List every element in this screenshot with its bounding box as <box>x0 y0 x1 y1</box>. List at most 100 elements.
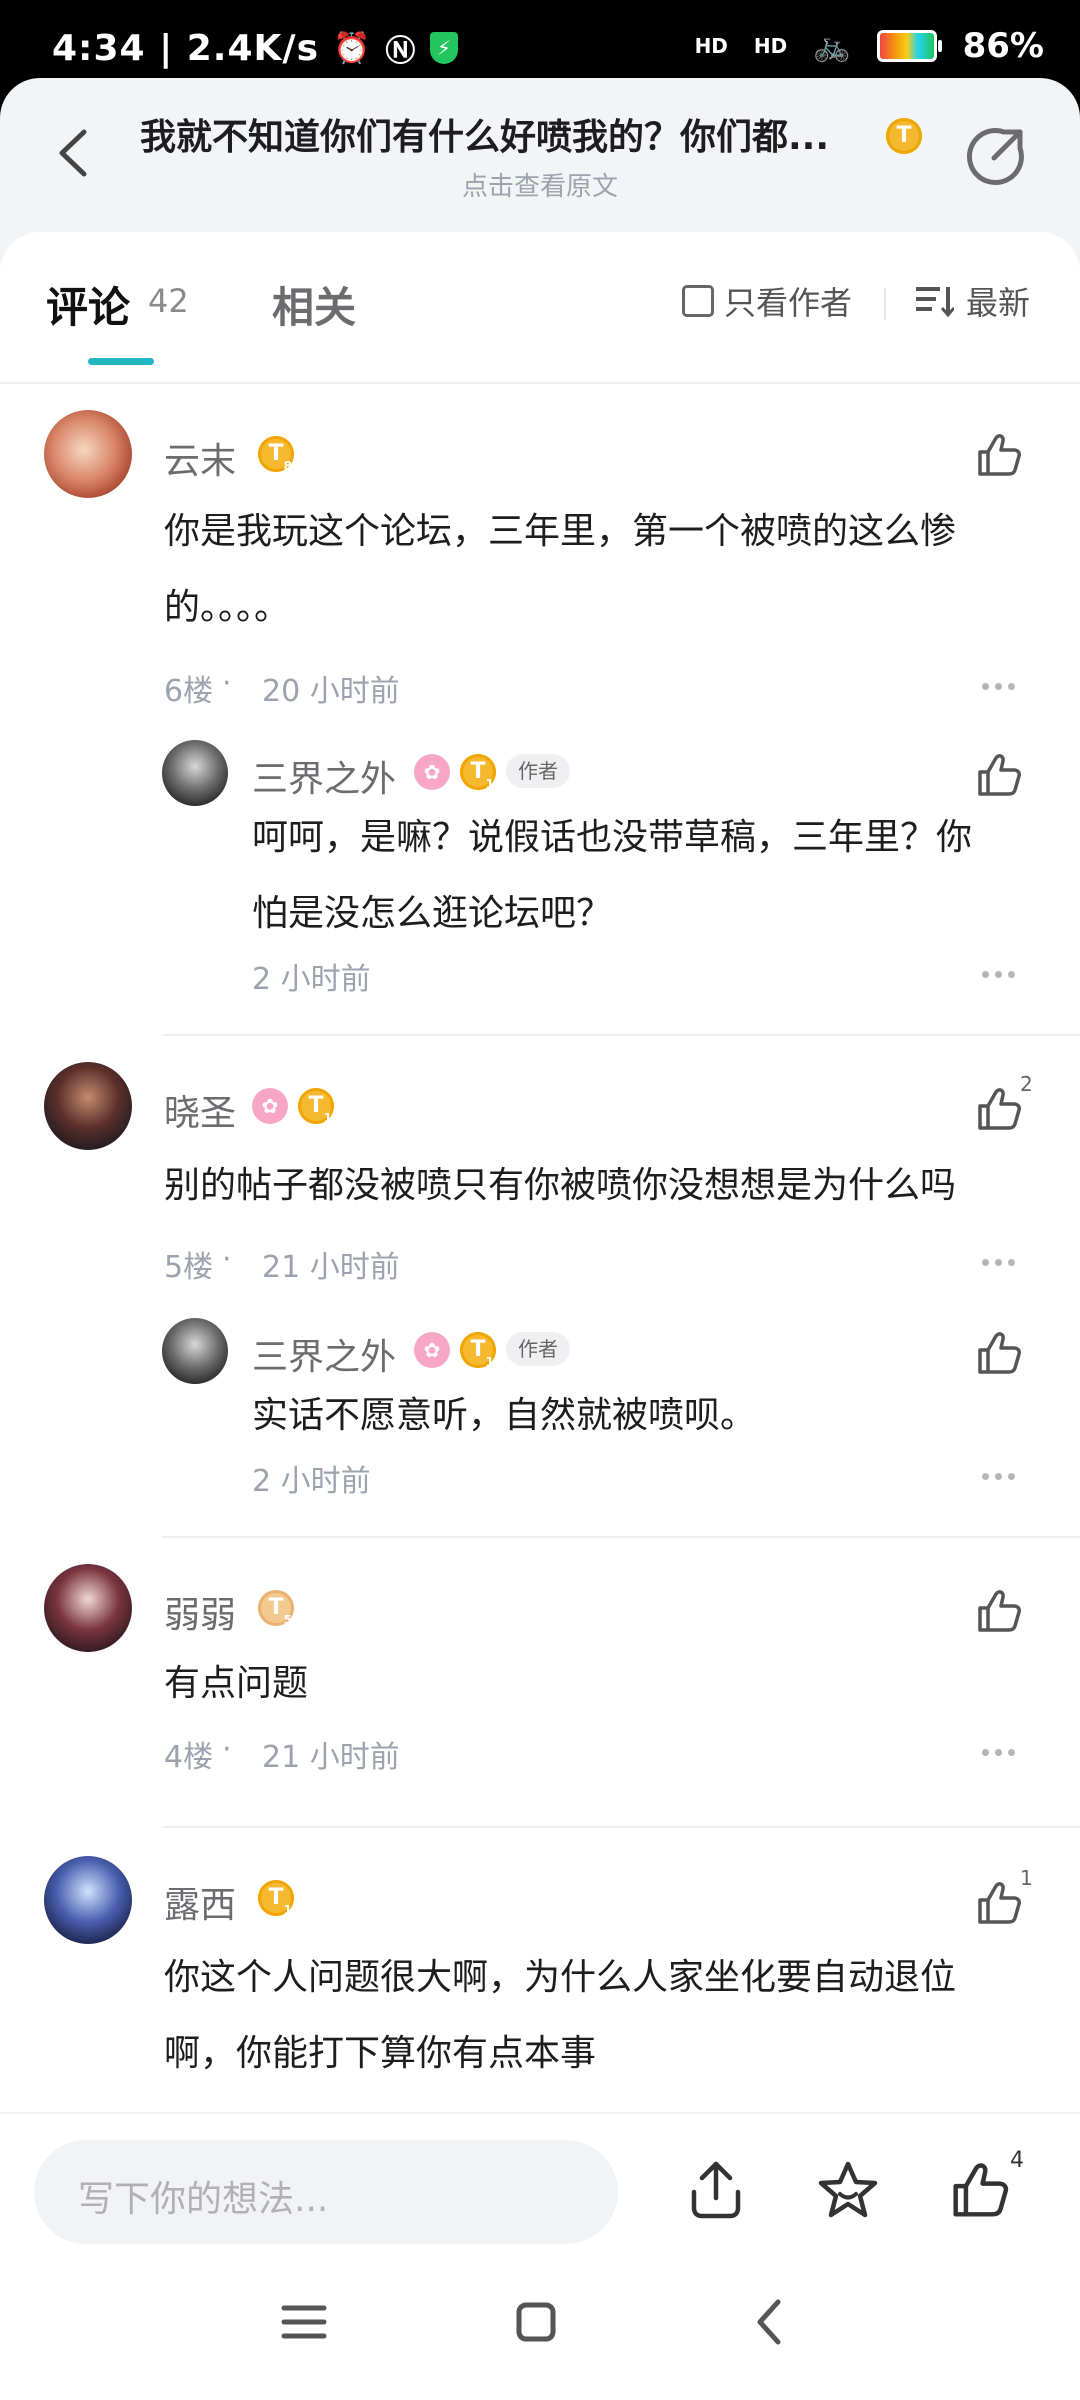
tab-separator <box>884 288 886 320</box>
thumb-up-icon <box>978 1088 1021 1130</box>
comment-floor: 6楼 <box>164 674 214 709</box>
tab-bar: 评论 42 相关 只看作者 最新 <box>0 232 1080 384</box>
comments-panel: 评论 42 相关 只看作者 最新 云末 T8 你是我玩这个论坛，三年里，第一个被… <box>0 232 1080 2112</box>
level-badge-icon: T8 <box>258 436 294 472</box>
comment-floor: 5楼 <box>164 1250 214 1285</box>
meta-separator: · <box>222 1732 232 1767</box>
avatar[interactable] <box>162 1318 228 1384</box>
battery-icon <box>876 30 942 62</box>
bottom-action-bar: 写下你的想法... 4 <box>0 2112 1080 2254</box>
more-options-icon[interactable] <box>982 964 1022 984</box>
divider <box>162 1826 1080 1828</box>
author-tag: 作者 <box>506 754 570 788</box>
nfc-icon: Ⓝ <box>385 34 417 69</box>
comment-username[interactable]: 晓圣 <box>164 1084 236 1136</box>
pink-badge-icon: ✿ <box>414 754 450 790</box>
reply-username[interactable]: 三界之外 <box>252 750 396 802</box>
comment-text-line: 别的帖子都没被喷只有你被喷你没想想是为什么吗 <box>164 1165 957 1206</box>
comment-username[interactable]: 云末 <box>164 432 236 484</box>
share-icon <box>966 128 1024 186</box>
like-button[interactable] <box>974 430 1024 480</box>
post-like-count: 4 <box>1010 2148 1024 2173</box>
thumb-up-icon <box>978 754 1021 796</box>
reply-text: 呵呵，是嘛？说假话也没带草稿，三年里？你 怕是没怎么逛论坛吧？ <box>252 800 1032 952</box>
comment-time: 21 小时前 <box>262 1250 400 1285</box>
like-count: 1 <box>1020 1866 1033 1890</box>
thumb-up-icon <box>978 1332 1021 1374</box>
pink-badge-icon: ✿ <box>414 1332 450 1368</box>
thumb-up-icon <box>978 434 1021 476</box>
comment-text-line: 你是我玩这个论坛，三年里，第一个被喷的这么惨 <box>164 511 957 552</box>
view-original-link[interactable]: 点击查看原文 <box>0 166 1080 203</box>
thumb-up-icon <box>978 1882 1021 1924</box>
more-options-icon[interactable] <box>982 1466 1022 1486</box>
bike-icon: 🚲 <box>813 28 851 64</box>
avatar[interactable] <box>44 1856 132 1944</box>
chevron-left-icon <box>757 2299 781 2345</box>
share-button[interactable] <box>684 2158 748 2222</box>
author-only-label: 只看作者 <box>724 284 853 322</box>
tab-comments[interactable]: 评论 <box>46 274 130 335</box>
status-left: 4:34 | 2.4K/s ⏰ Ⓝ ⚡ <box>52 26 459 70</box>
level-badge-icon: T1 <box>258 1880 294 1916</box>
meta-separator: · <box>222 666 232 701</box>
star-icon <box>818 2161 878 2218</box>
author-tag: 作者 <box>506 1332 570 1366</box>
status-right: HD HD 🚲 86% <box>695 26 1044 66</box>
title-level-badge: T <box>886 118 922 154</box>
level-badge-icon: T1 <box>460 754 496 790</box>
reply-username[interactable]: 三界之外 <box>252 1328 396 1380</box>
like-button[interactable] <box>974 750 1024 800</box>
share-button[interactable] <box>966 124 1028 186</box>
pink-badge-icon: ✿ <box>252 1088 288 1124</box>
alarm-icon: ⏰ <box>333 30 372 66</box>
tab-related[interactable]: 相关 <box>272 274 356 335</box>
avatar[interactable] <box>44 410 132 498</box>
like-button[interactable] <box>974 1586 1024 1636</box>
comment-text-line: 啊，你能打下算你有点本事 <box>164 2033 597 2074</box>
sort-button[interactable]: 最新 <box>914 278 1030 324</box>
menu-button[interactable] <box>274 2292 334 2352</box>
comment-username[interactable]: 露西 <box>164 1876 236 1928</box>
level-badge-icon: T1 <box>298 1088 334 1124</box>
square-home-icon <box>516 2302 556 2342</box>
like-button[interactable] <box>974 1878 1024 1928</box>
shield-icon: ⚡ <box>430 32 459 64</box>
menu-icon <box>281 2305 327 2339</box>
comment-text: 别的帖子都没被喷只有你被喷你没想想是为什么吗 <box>164 1148 1044 1224</box>
avatar[interactable] <box>162 740 228 806</box>
like-button[interactable] <box>974 1084 1024 1134</box>
divider <box>162 1536 1080 1538</box>
avatar[interactable] <box>44 1564 132 1652</box>
author-only-toggle[interactable]: 只看作者 <box>682 278 852 324</box>
reply-time: 2 小时前 <box>252 962 371 997</box>
more-options-icon[interactable] <box>982 1252 1022 1272</box>
comment-input-placeholder: 写下你的想法... <box>78 2179 329 2220</box>
favorite-button[interactable] <box>816 2158 880 2222</box>
more-options-icon[interactable] <box>982 676 1022 696</box>
page-title[interactable]: 我就不知道你们有什么好喷我的？你们都... <box>140 108 880 160</box>
reply-text-line: 呵呵，是嘛？说假话也没带草稿，三年里？你 <box>252 817 973 858</box>
comment-input[interactable]: 写下你的想法... <box>34 2140 618 2244</box>
reply-text-line: 实话不愿意听，自然就被喷呗。 <box>252 1395 757 1436</box>
nav-back-button[interactable] <box>740 2292 800 2352</box>
comment-text-line: 的。。。。 <box>164 587 291 628</box>
home-button[interactable] <box>506 2292 566 2352</box>
thumb-up-icon <box>953 2163 1009 2217</box>
comment-text-line: 有点问题 <box>164 1663 309 1704</box>
like-button[interactable] <box>974 1328 1024 1378</box>
comment-username[interactable]: 弱弱 <box>164 1586 236 1638</box>
divider <box>162 1034 1080 1036</box>
avatar[interactable] <box>44 1062 132 1150</box>
more-options-icon[interactable] <box>982 1742 1022 1762</box>
tab-active-indicator <box>88 358 154 365</box>
reply-text: 实话不愿意听，自然就被喷呗。 <box>252 1378 1032 1454</box>
checkbox-icon[interactable] <box>682 285 714 317</box>
like-post-button[interactable] <box>948 2158 1012 2222</box>
sort-label: 最新 <box>966 284 1031 322</box>
comment-time: 21 小时前 <box>262 1740 400 1775</box>
comment-floor: 4楼 <box>164 1740 214 1775</box>
comment-text: 你是我玩这个论坛，三年里，第一个被喷的这么惨 的。。。。 <box>164 494 1044 646</box>
level-badge-icon: T1 <box>460 1332 496 1368</box>
thumb-up-icon <box>978 1590 1021 1632</box>
